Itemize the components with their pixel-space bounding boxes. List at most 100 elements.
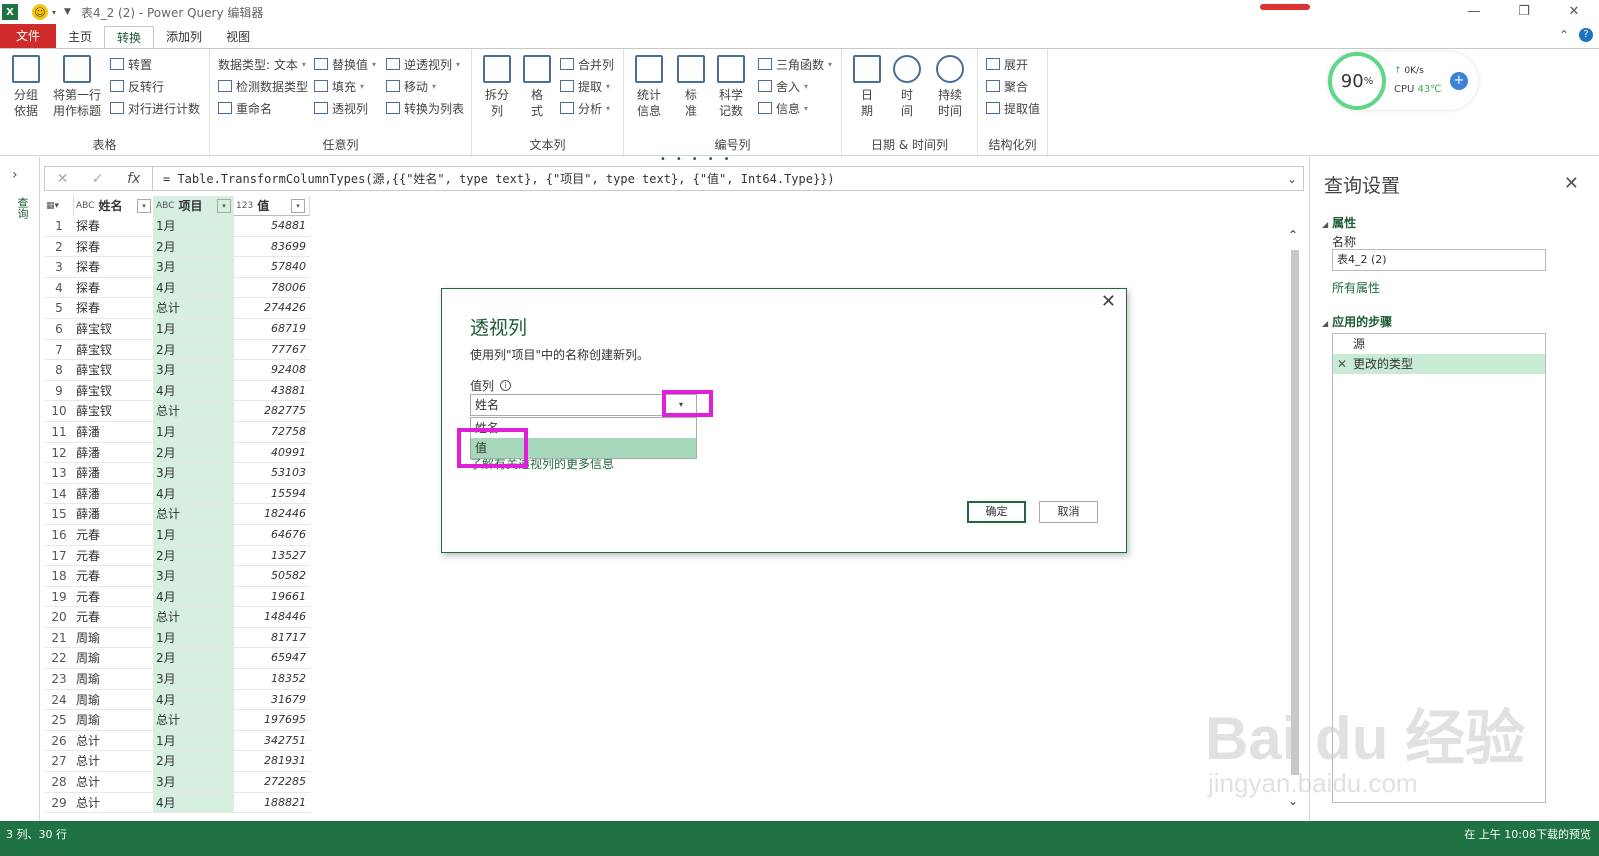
cell-value[interactable]: 18352 bbox=[234, 669, 310, 689]
cell-item[interactable]: 2月 bbox=[154, 236, 234, 257]
chevron-right-icon[interactable]: › bbox=[12, 167, 18, 183]
information-button[interactable]: 信息 ▾ bbox=[758, 98, 808, 118]
cell-item[interactable]: 3月 bbox=[154, 772, 234, 792]
statistics-button[interactable]: 统计 信息 bbox=[632, 55, 666, 119]
to-list-button[interactable]: 转换为列表 bbox=[386, 98, 464, 118]
group-by-button[interactable]: 分组 依据 bbox=[8, 55, 44, 119]
cell-value[interactable]: 57840 bbox=[234, 257, 310, 277]
cell-name[interactable]: 薛宝钗 bbox=[74, 401, 154, 421]
cell-value[interactable]: 182446 bbox=[234, 504, 310, 524]
table-row[interactable]: 5 探春 总计 274426 bbox=[44, 298, 310, 319]
step-changed-type[interactable]: ✕ 更改的类型 bbox=[1333, 354, 1545, 374]
cell-item[interactable]: 总计 bbox=[154, 607, 234, 627]
cell-item[interactable]: 4月 bbox=[154, 483, 234, 504]
tab-transform[interactable]: 转换 bbox=[104, 26, 155, 48]
cell-item[interactable]: 1月 bbox=[154, 730, 234, 751]
cell-value[interactable]: 78006 bbox=[234, 278, 310, 298]
cell-name[interactable]: 总计 bbox=[74, 772, 154, 792]
cell-value[interactable]: 53103 bbox=[234, 463, 310, 483]
table-row[interactable]: 15 薛潘 总计 182446 bbox=[44, 504, 310, 525]
cell-name[interactable]: 元春 bbox=[74, 524, 154, 545]
chevron-down-icon[interactable]: ▾ bbox=[52, 8, 56, 17]
cell-value[interactable]: 15594 bbox=[234, 484, 310, 504]
ok-button[interactable]: 确定 bbox=[967, 501, 1026, 523]
cell-value[interactable]: 65947 bbox=[234, 648, 310, 668]
cell-name[interactable]: 薛潘 bbox=[74, 463, 154, 483]
cell-name[interactable]: 探春 bbox=[74, 257, 154, 277]
chevron-down-icon[interactable]: ⌄ bbox=[1281, 172, 1303, 186]
cell-item[interactable]: 3月 bbox=[154, 463, 234, 483]
reverse-rows-button[interactable]: 反转行 bbox=[110, 76, 164, 96]
delete-step-icon[interactable]: ✕ bbox=[1337, 354, 1347, 374]
table-row[interactable]: 6 薛宝钗 1月 68719 bbox=[44, 318, 310, 340]
filter-icon[interactable]: ▾ bbox=[291, 199, 305, 213]
column-header-name[interactable]: ABC 姓名 ▾ bbox=[74, 196, 154, 216]
extract-values-button[interactable]: 提取值 bbox=[986, 98, 1040, 118]
cell-name[interactable]: 薛潘 bbox=[74, 504, 154, 524]
cell-item[interactable]: 1月 bbox=[154, 318, 234, 339]
transpose-button[interactable]: 转置 bbox=[110, 54, 152, 74]
cell-name[interactable]: 周瑜 bbox=[74, 669, 154, 689]
table-row[interactable]: 7 薛宝钗 2月 77767 bbox=[44, 339, 310, 361]
cell-value[interactable]: 13527 bbox=[234, 546, 310, 566]
cell-value[interactable]: 197695 bbox=[234, 710, 310, 730]
cell-value[interactable]: 282775 bbox=[234, 401, 310, 421]
scroll-up-icon[interactable]: ⌃ bbox=[1288, 228, 1298, 242]
table-row[interactable]: 12 薛潘 2月 40991 bbox=[44, 442, 310, 464]
plus-icon[interactable]: + bbox=[1450, 72, 1468, 90]
close-icon[interactable]: ✕ bbox=[1101, 291, 1116, 312]
cell-name[interactable]: 元春 bbox=[74, 545, 154, 566]
cell-name[interactable]: 薛宝钗 bbox=[74, 380, 154, 401]
cell-item[interactable]: 2月 bbox=[154, 648, 234, 669]
cell-item[interactable]: 4月 bbox=[154, 277, 234, 298]
cell-value[interactable]: 43881 bbox=[234, 381, 310, 401]
detect-type-button[interactable]: 检测数据类型 bbox=[218, 76, 308, 96]
cell-value[interactable]: 92408 bbox=[234, 360, 310, 380]
cell-value[interactable]: 188821 bbox=[234, 793, 310, 813]
cell-value[interactable]: 274426 bbox=[234, 298, 310, 318]
minimize-button[interactable]: — bbox=[1449, 0, 1499, 24]
cell-item[interactable]: 3月 bbox=[154, 257, 234, 277]
fx-icon[interactable]: fx bbox=[127, 171, 140, 187]
duration-button[interactable]: 持续 时间 bbox=[930, 55, 970, 119]
table-row[interactable]: 3 探春 3月 57840 bbox=[44, 257, 310, 278]
table-menu-icon[interactable]: ▦▾ bbox=[44, 196, 74, 216]
scientific-button[interactable]: 科学 记数 bbox=[714, 55, 748, 119]
table-row[interactable]: 2 探春 2月 83699 bbox=[44, 236, 310, 258]
cell-value[interactable]: 68719 bbox=[234, 319, 310, 339]
replace-values-button[interactable]: 替换值 ▾ bbox=[314, 54, 376, 74]
restore-button[interactable]: ❐ bbox=[1499, 0, 1549, 24]
properties-section[interactable]: ◢ 属性 bbox=[1322, 214, 1356, 231]
cell-name[interactable]: 元春 bbox=[74, 566, 154, 586]
data-type-button[interactable]: 数据类型: 文本 ▾ bbox=[218, 54, 306, 74]
cell-value[interactable]: 40991 bbox=[234, 443, 310, 463]
table-row[interactable]: 13 薛潘 3月 53103 bbox=[44, 463, 310, 484]
formula-input[interactable]: = Table.TransformColumnTypes(源,{{"姓名", t… bbox=[153, 170, 1281, 187]
cell-name[interactable]: 周瑜 bbox=[74, 689, 154, 710]
table-row[interactable]: 14 薛潘 4月 15594 bbox=[44, 483, 310, 505]
cell-name[interactable]: 探春 bbox=[74, 298, 154, 318]
cell-item[interactable]: 1月 bbox=[154, 524, 234, 545]
table-row[interactable]: 26 总计 1月 342751 bbox=[44, 730, 310, 752]
close-icon[interactable]: ✕ bbox=[1564, 173, 1579, 194]
cell-item[interactable]: 总计 bbox=[154, 298, 234, 318]
cell-value[interactable]: 81717 bbox=[234, 628, 310, 648]
cell-name[interactable]: 薛潘 bbox=[74, 421, 154, 442]
cell-item[interactable]: 1月 bbox=[154, 216, 234, 236]
table-row[interactable]: 10 薛宝钗 总计 282775 bbox=[44, 401, 310, 422]
cell-item[interactable]: 3月 bbox=[154, 566, 234, 586]
cell-item[interactable]: 2月 bbox=[154, 545, 234, 566]
cell-name[interactable]: 探春 bbox=[74, 216, 154, 236]
cell-name[interactable]: 总计 bbox=[74, 792, 154, 813]
cell-item[interactable]: 总计 bbox=[154, 401, 234, 421]
tab-add-column[interactable]: 添加列 bbox=[154, 26, 214, 48]
column-header-value[interactable]: 123 值 ▾ bbox=[234, 196, 310, 216]
cell-value[interactable]: 148446 bbox=[234, 607, 310, 627]
close-button[interactable]: ✕ bbox=[1549, 0, 1599, 24]
table-row[interactable]: 20 元春 总计 148446 bbox=[44, 607, 310, 628]
step-source[interactable]: 源 bbox=[1333, 334, 1545, 354]
format-button[interactable]: 格 式 bbox=[520, 55, 554, 119]
cell-value[interactable]: 83699 bbox=[234, 237, 310, 257]
cell-item[interactable]: 1月 bbox=[154, 627, 234, 648]
aggregate-button[interactable]: 聚合 bbox=[986, 76, 1028, 96]
